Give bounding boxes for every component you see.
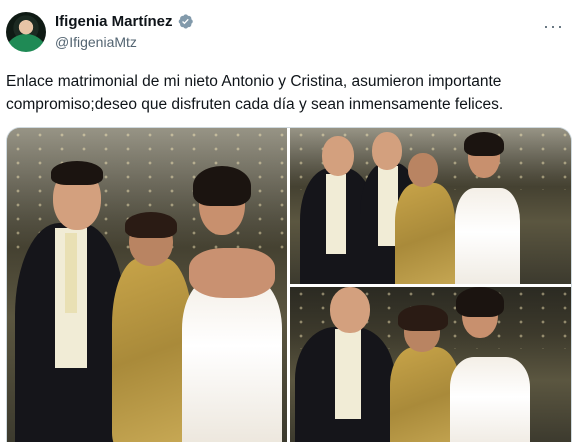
author-display-name[interactable]: Ifigenia Martínez <box>55 13 173 30</box>
verified-badge-icon <box>178 14 193 29</box>
photo-2[interactable] <box>290 128 571 284</box>
tweet-text-line: compromiso;deseo que disfruten cada día … <box>6 96 504 113</box>
author-avatar[interactable] <box>6 12 46 52</box>
tweet-text: Enlace matrimonial de mi nieto Antonio y… <box>6 70 572 116</box>
media-grid <box>6 127 572 442</box>
author-handle[interactable]: @IfigeniaMtz <box>55 34 137 50</box>
photo-3[interactable] <box>290 287 571 442</box>
more-options-icon[interactable]: ··· <box>543 16 564 37</box>
photo-1[interactable] <box>7 128 287 442</box>
author-name-row: Ifigenia Martínez <box>55 13 194 30</box>
tweet-text-line: Enlace matrimonial de mi nieto Antonio y… <box>6 73 502 90</box>
